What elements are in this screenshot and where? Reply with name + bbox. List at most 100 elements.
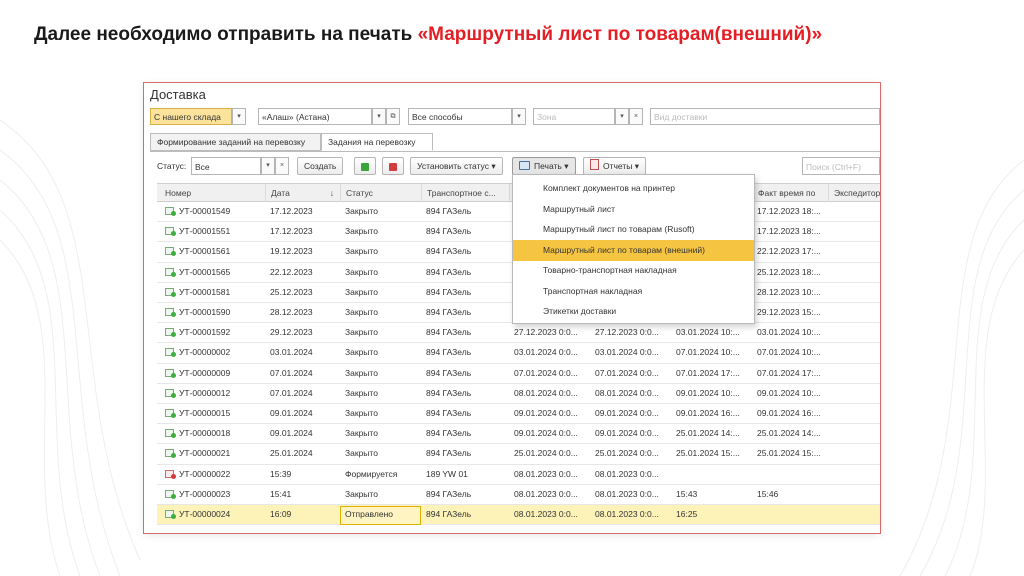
cell-c5: 27.12.2023 0:0... xyxy=(514,327,578,338)
slide-title-prefix: Далее необходимо отправить на печать xyxy=(34,24,418,45)
cell-transport: 894 ГАЗель xyxy=(426,448,472,459)
cell-date: 17.12.2023 xyxy=(270,226,313,237)
delete-icon-button[interactable] xyxy=(382,157,404,175)
print-menu-item[interactable]: Товарно-транспортная накладная xyxy=(513,260,754,281)
cell-date: 25.01.2024 xyxy=(270,448,313,459)
cell-status: Закрыто xyxy=(345,266,378,277)
table-row[interactable]: УТ-00000024 16:09 Отправлено 894 ГАЗель 08.0… xyxy=(157,505,880,526)
print-menu-item[interactable]: Комплект документов на принтер xyxy=(513,178,754,199)
warehouse-filter[interactable]: С нашего склада xyxy=(150,108,232,125)
print-button[interactable]: Печать ▾ xyxy=(512,157,576,175)
cell-c6: 08.01.2023 0:0... xyxy=(595,468,659,479)
document-ok-icon xyxy=(165,247,176,257)
cell-transport: 189 YW 01 xyxy=(426,468,468,479)
cell-fact: 07.01.2024 17:... xyxy=(757,367,821,378)
cell-transport: 894 ГАЗель xyxy=(426,266,472,277)
set-status-button[interactable]: Установить статус ▾ xyxy=(410,157,503,175)
row-number: УТ-00000021 xyxy=(179,448,231,459)
print-menu-item[interactable]: Маршрутный лист по товарам (внешний) xyxy=(513,239,754,261)
cell-status: Закрыто xyxy=(345,206,378,216)
col-status[interactable]: Статус xyxy=(340,184,421,202)
table-row[interactable]: УТ-00000002 03.01.2024 Закрыто 894 ГАЗель 03… xyxy=(157,343,880,364)
cell-date: 29.12.2023 xyxy=(270,327,313,338)
document-ok-icon xyxy=(165,510,176,519)
table-row[interactable]: УТ-00000009 07.01.2024 Закрыто 894 ГАЗель 07… xyxy=(157,364,880,384)
row-number: УТ-00000009 xyxy=(179,367,231,378)
partner-filter[interactable]: «Алаш» (Астана) xyxy=(258,108,372,125)
col-expeditor[interactable]: Экспедитор xyxy=(828,184,880,202)
row-number: УТ-00000024 xyxy=(179,509,231,519)
cell-fact: 09.01.2024 10:... xyxy=(757,387,821,398)
document-ok-icon xyxy=(165,409,176,418)
print-menu-item[interactable]: Этикетки доставки xyxy=(513,301,754,322)
create-button[interactable]: Создать xyxy=(297,157,344,175)
print-menu-item[interactable]: Транспортная накладная xyxy=(513,281,754,302)
cell-fact xyxy=(752,465,828,484)
search-input[interactable]: Поиск (Ctrl+F) xyxy=(802,157,880,175)
status-dropdown-button[interactable]: ▾ xyxy=(261,157,275,175)
document-ok-icon xyxy=(165,267,176,277)
add-green-icon xyxy=(361,162,369,171)
cell-fact: 17.12.2023 18:... xyxy=(757,226,821,237)
cell-c6: 08.01.2024 0:0... xyxy=(595,387,659,398)
status-select[interactable]: Все xyxy=(191,157,261,175)
partner-dropdown-button[interactable]: ▾ xyxy=(372,108,386,125)
cell-c6: 08.01.2023 0:0... xyxy=(595,509,659,519)
zone-field[interactable]: Зона xyxy=(533,108,615,125)
delivery-type-field[interactable]: Вид доставки xyxy=(650,108,880,125)
cell-c6: 27.12.2023 0:0... xyxy=(595,327,659,338)
print-menu-item[interactable]: Маршрутный лист по товарам (Rusoft) xyxy=(513,219,754,240)
tab-task-formation[interactable]: Формирование заданий на перевозку xyxy=(150,133,321,151)
tab-transport-tasks[interactable]: Задания на перевозку xyxy=(321,133,433,151)
cell-date: 16:09 xyxy=(270,509,292,519)
document-error-icon xyxy=(165,469,176,479)
reports-button[interactable]: Отчеты ▾ xyxy=(583,157,647,175)
cell-c6: 25.01.2024 0:0... xyxy=(595,448,659,459)
col-number[interactable]: Номер xyxy=(157,184,265,202)
table-row[interactable]: УТ-00000023 15:41 Закрыто 894 ГАЗель 08.01.2… xyxy=(157,485,880,505)
table-row[interactable]: УТ-00001592 29.12.2023 Закрыто 894 ГАЗель 27… xyxy=(157,323,880,344)
cell-status: Закрыто xyxy=(345,448,378,459)
table-row[interactable]: УТ-00000018 09.01.2024 Закрыто 894 ГАЗель 09… xyxy=(157,424,880,445)
print-menu: Комплект документов на принтер Маршрутный… xyxy=(512,174,755,324)
zone-dropdown-button[interactable]: ▾ xyxy=(615,108,629,125)
document-ok-icon xyxy=(165,388,176,398)
cell-date: 28.12.2023 xyxy=(270,307,313,317)
delete-red-icon xyxy=(389,162,397,171)
status-label: Статус: xyxy=(157,161,187,171)
table-row[interactable]: УТ-00000021 25.01.2024 Закрыто 894 ГАЗель 25… xyxy=(157,444,880,465)
zone-clear-button[interactable]: × xyxy=(629,108,643,125)
status-clear-button[interactable]: × xyxy=(275,157,289,175)
table-row[interactable]: УТ-00000012 07.01.2024 Закрыто 894 ГАЗель 08… xyxy=(157,384,880,404)
cell-fact: 07.01.2024 10:... xyxy=(757,347,821,358)
col-date[interactable]: Дата ↓ xyxy=(265,184,340,202)
partner-open-button[interactable]: ⧉ xyxy=(386,108,400,125)
cell-c5: 08.01.2023 0:0... xyxy=(514,488,578,499)
table-row[interactable]: УТ-00000015 09.01.2024 Закрыто 894 ГАЗель 09… xyxy=(157,404,880,425)
cell-fact: 17.12.2023 18:... xyxy=(757,206,821,216)
print-menu-item[interactable]: Маршрутный лист xyxy=(513,199,754,220)
document-ok-icon xyxy=(165,227,176,237)
cell-c6: 03.01.2024 0:0... xyxy=(595,347,659,358)
cell-fact: 28.12.2023 10:... xyxy=(757,286,821,297)
cell-transport: 894 ГАЗель xyxy=(426,286,472,297)
tab-divider xyxy=(150,151,880,152)
table-row[interactable]: УТ-00000022 15:39 Формируется 189 YW 01 08.0… xyxy=(157,465,880,485)
warehouse-dropdown-button[interactable]: ▾ xyxy=(232,108,246,125)
printer-icon xyxy=(519,161,530,170)
cell-date: 19.12.2023 xyxy=(270,246,313,257)
col-transport[interactable]: Транспортное с... xyxy=(421,184,509,202)
col-fact-end[interactable]: Факт время по xyxy=(752,184,828,202)
cell-fact: 15:46 xyxy=(757,488,779,499)
cell-date: 25.12.2023 xyxy=(270,286,313,297)
add-icon-button[interactable] xyxy=(354,157,376,175)
cell-date: 15:39 xyxy=(270,468,292,479)
document-ok-icon xyxy=(165,348,176,358)
report-icon xyxy=(590,159,599,170)
method-filter[interactable]: Все способы xyxy=(408,108,512,125)
cell-status: Закрыто xyxy=(345,488,378,499)
method-dropdown-button[interactable]: ▾ xyxy=(512,108,526,125)
cell-c7: 09.01.2024 10:... xyxy=(676,387,740,398)
cell-fact: 09.01.2024 16:... xyxy=(757,408,821,418)
cell-c5: 08.01.2023 0:0... xyxy=(514,468,578,479)
